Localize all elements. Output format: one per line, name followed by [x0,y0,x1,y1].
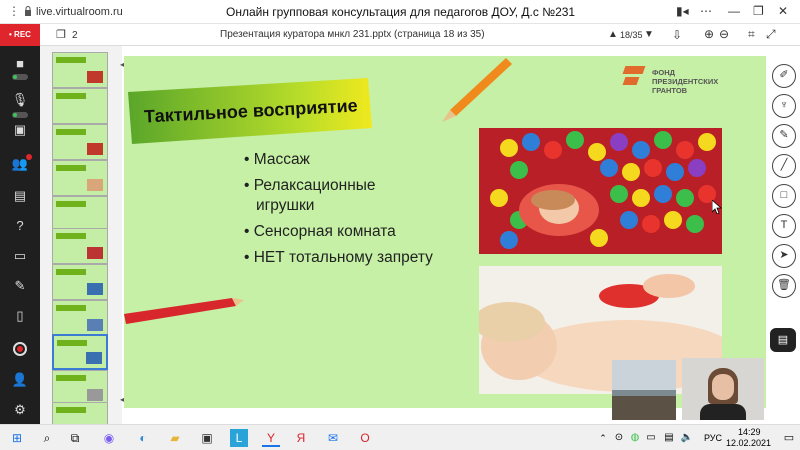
settings-icon[interactable]: ⚙ [10,400,30,420]
file-title: Презентация куратора мнкл 231.pptx (стра… [220,29,485,40]
document-icon[interactable]: ▯ [10,306,30,326]
red-pencil-icon [124,298,244,324]
search-icon[interactable]: ⌕ [38,429,56,447]
network-icon[interactable]: ▤ [660,429,678,447]
slide-canvas: Тактильное восприятие • Массаж • Релакса… [124,56,766,408]
slide-thumbnail[interactable] [52,52,108,88]
mail-icon[interactable]: ✉ [324,429,342,447]
rectangle-icon[interactable]: □ [772,184,796,208]
slide-thumbnail[interactable] [52,300,108,336]
url-text[interactable]: live.virtualroom.ru [36,6,123,18]
volume-icon[interactable]: 🔈 [678,429,696,447]
slide-thumbnail[interactable] [52,88,108,124]
task-view-icon[interactable]: ⧉ [66,429,84,447]
rec-button[interactable]: • REC [0,24,40,46]
restore-icon[interactable]: ❐ [753,4,764,18]
viewer-toolbar: ❐ 2 Презентация куратора мнкл 231.pptx (… [40,24,800,46]
slide-thumbnail[interactable] [52,264,108,300]
crop-icon[interactable]: ⌗ [748,27,755,42]
explorer-icon[interactable]: ▰ [166,429,184,447]
slide-thumbnail-selected[interactable] [52,334,108,370]
slide-thumbnail[interactable] [52,196,108,232]
camera-toggle[interactable] [12,74,28,80]
browser-titlebar: ⋮ live.virtualroom.ru Онлайн групповая к… [0,0,800,24]
minimize-icon[interactable]: — [728,4,740,18]
line-icon[interactable]: ╱ [772,154,796,178]
language-indicator[interactable]: РУС [704,433,722,443]
slide-thumbnail[interactable] [52,124,108,160]
pointer-icon[interactable]: ➤ [772,244,796,268]
fund-logo-text: ФОНД ПРЕЗИДЕНТСКИХ ГРАНТОВ [652,68,719,95]
windows-taskbar: ⊞ ⌕ ⧉ ◉ ◐ ▰ ▣ L Y Я ✉ O ⌃ ⊙ ◍ ▭ ▤ 🔈 РУС … [0,424,800,450]
opera-icon[interactable]: O [356,429,374,447]
windows-start-icon[interactable]: ⊞ [8,429,26,447]
microphone-toggle[interactable] [12,112,28,118]
bullet-item: • Релаксационные игрушки [244,177,376,214]
zoom-in-icon[interactable]: ⊕ [704,27,714,41]
video-tile[interactable] [682,358,764,420]
thumbnail-panel [40,46,157,438]
bullet-list: • Массаж • Релаксационные игрушки • Сенс… [244,150,434,268]
l-app-icon[interactable]: L [230,429,248,447]
trash-icon[interactable]: 🗑 [772,274,796,298]
question-icon[interactable]: ? [10,216,30,236]
thumbs-icon[interactable]: ❐ [56,28,66,41]
edge-icon[interactable]: ◐ [134,429,152,447]
alice-icon[interactable]: ◉ [100,429,118,447]
brush-icon[interactable]: ♆ [772,94,796,118]
text-tool-icon[interactable]: T [772,214,796,238]
yandex-icon[interactable]: Я [292,429,310,447]
cursor-icon [712,200,722,214]
clock-time[interactable]: 14:29 [738,427,761,437]
yandex-browser-icon[interactable]: Y [262,429,280,447]
page-indicator: 18/35 [620,30,643,40]
screen-share-icon[interactable]: ▭ [10,246,30,266]
close-icon[interactable]: ✕ [778,4,788,18]
battery-icon[interactable]: ▭ [642,429,660,447]
page-down-icon[interactable]: ▼ [644,29,654,40]
download-icon[interactable]: ⇩ [672,28,682,42]
pen-icon[interactable]: ✎ [10,276,30,296]
record-icon[interactable] [13,342,27,356]
annotation-toolbar: ✐ ♆ ✎ ╱ □ T ➤ 🗑 ▤ [766,46,800,424]
bullet-item: • НЕТ тотальному запрету [244,249,433,266]
slide-thumbnail[interactable] [52,160,108,196]
thumb-count: 2 [72,30,78,41]
chat-icon[interactable]: ▤ [10,186,30,206]
lock-icon [25,6,31,16]
notification-badge [26,154,32,160]
fullscreen-icon[interactable]: ⤢ [766,27,776,42]
menu-dots-icon[interactable]: ⋮ [8,4,20,18]
video-tile[interactable] [612,360,676,420]
pencil-icon[interactable]: ✎ [772,124,796,148]
ball-pit-photo [479,128,722,254]
slide-thumbnail[interactable] [52,370,108,406]
orange-pencil-icon [442,58,512,122]
store-icon[interactable]: ▣ [198,429,216,447]
slide-thumbnail[interactable] [52,228,108,264]
marker-icon[interactable]: ✐ [772,64,796,88]
zoom-out-icon[interactable]: ⊖ [719,27,729,41]
presentation-icon[interactable]: ▣ [10,120,30,140]
window-title: Онлайн групповая консультация для педаго… [226,5,576,19]
more-icon[interactable]: ⋯ [700,4,712,18]
microphone-icon[interactable]: 🎙 [10,90,30,110]
app-sidebar: • REC ■ 🎙 ▣ 👥 ▤ ? ▭ ✎ ▯ 👤 ⚙ [0,24,40,424]
bullet-item: • Сенсорная комната [244,223,396,240]
clock-date[interactable]: 12.02.2021 [726,438,771,448]
fund-logo-icon [622,66,646,86]
chat-button[interactable]: ▤ [770,328,796,352]
camera-icon[interactable]: ■ [10,54,30,74]
notifications-icon[interactable]: ▭ [780,429,798,447]
add-user-icon[interactable]: 👤 [10,370,30,390]
bullet-item: • Массаж [244,151,310,168]
camera-icon[interactable]: ▮◂ [676,4,689,18]
page-up-icon[interactable]: ▲ [608,29,618,40]
